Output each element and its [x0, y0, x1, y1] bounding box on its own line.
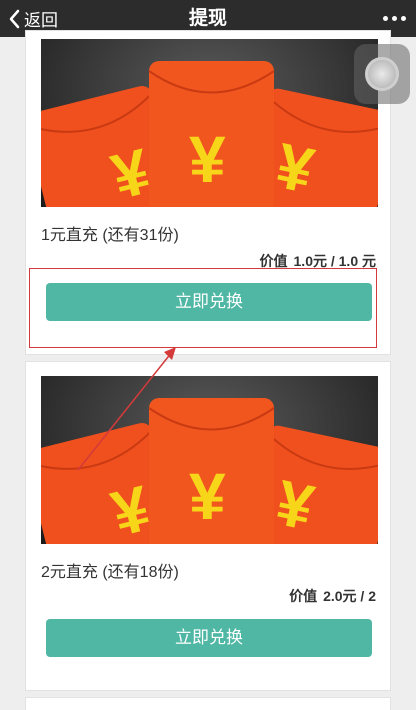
price-label: 价值: [259, 253, 288, 269]
redeem-card-2: ¥ ¥ ¥ 2元直充 (还有18份) 价值 2.0元 / 2 立即兑换: [25, 361, 391, 691]
item-title: 1元直充 (还有31份): [41, 227, 179, 244]
floating-assistive-button[interactable]: [354, 44, 410, 104]
red-envelope-banner: ¥ ¥ ¥: [41, 39, 378, 207]
assistive-touch-icon: [365, 57, 399, 91]
price-line: 价值 2.0元 / 2: [289, 586, 376, 606]
price-value: 2.0元 / 2: [323, 588, 376, 604]
red-envelope-banner: ¥ ¥ ¥: [41, 376, 378, 544]
item-title: 2元直充 (还有18份): [41, 564, 179, 581]
yen-symbol: ¥: [189, 459, 226, 533]
redeem-button[interactable]: 立即兑换: [46, 619, 372, 657]
more-dots-icon: [383, 16, 388, 21]
annotation-highlight-box: [29, 268, 377, 348]
price-value: 1.0元 / 1.0 元: [293, 253, 376, 269]
yen-symbol: ¥: [189, 122, 226, 196]
redeem-card-3: [25, 697, 391, 710]
price-label: 价值: [289, 588, 318, 604]
